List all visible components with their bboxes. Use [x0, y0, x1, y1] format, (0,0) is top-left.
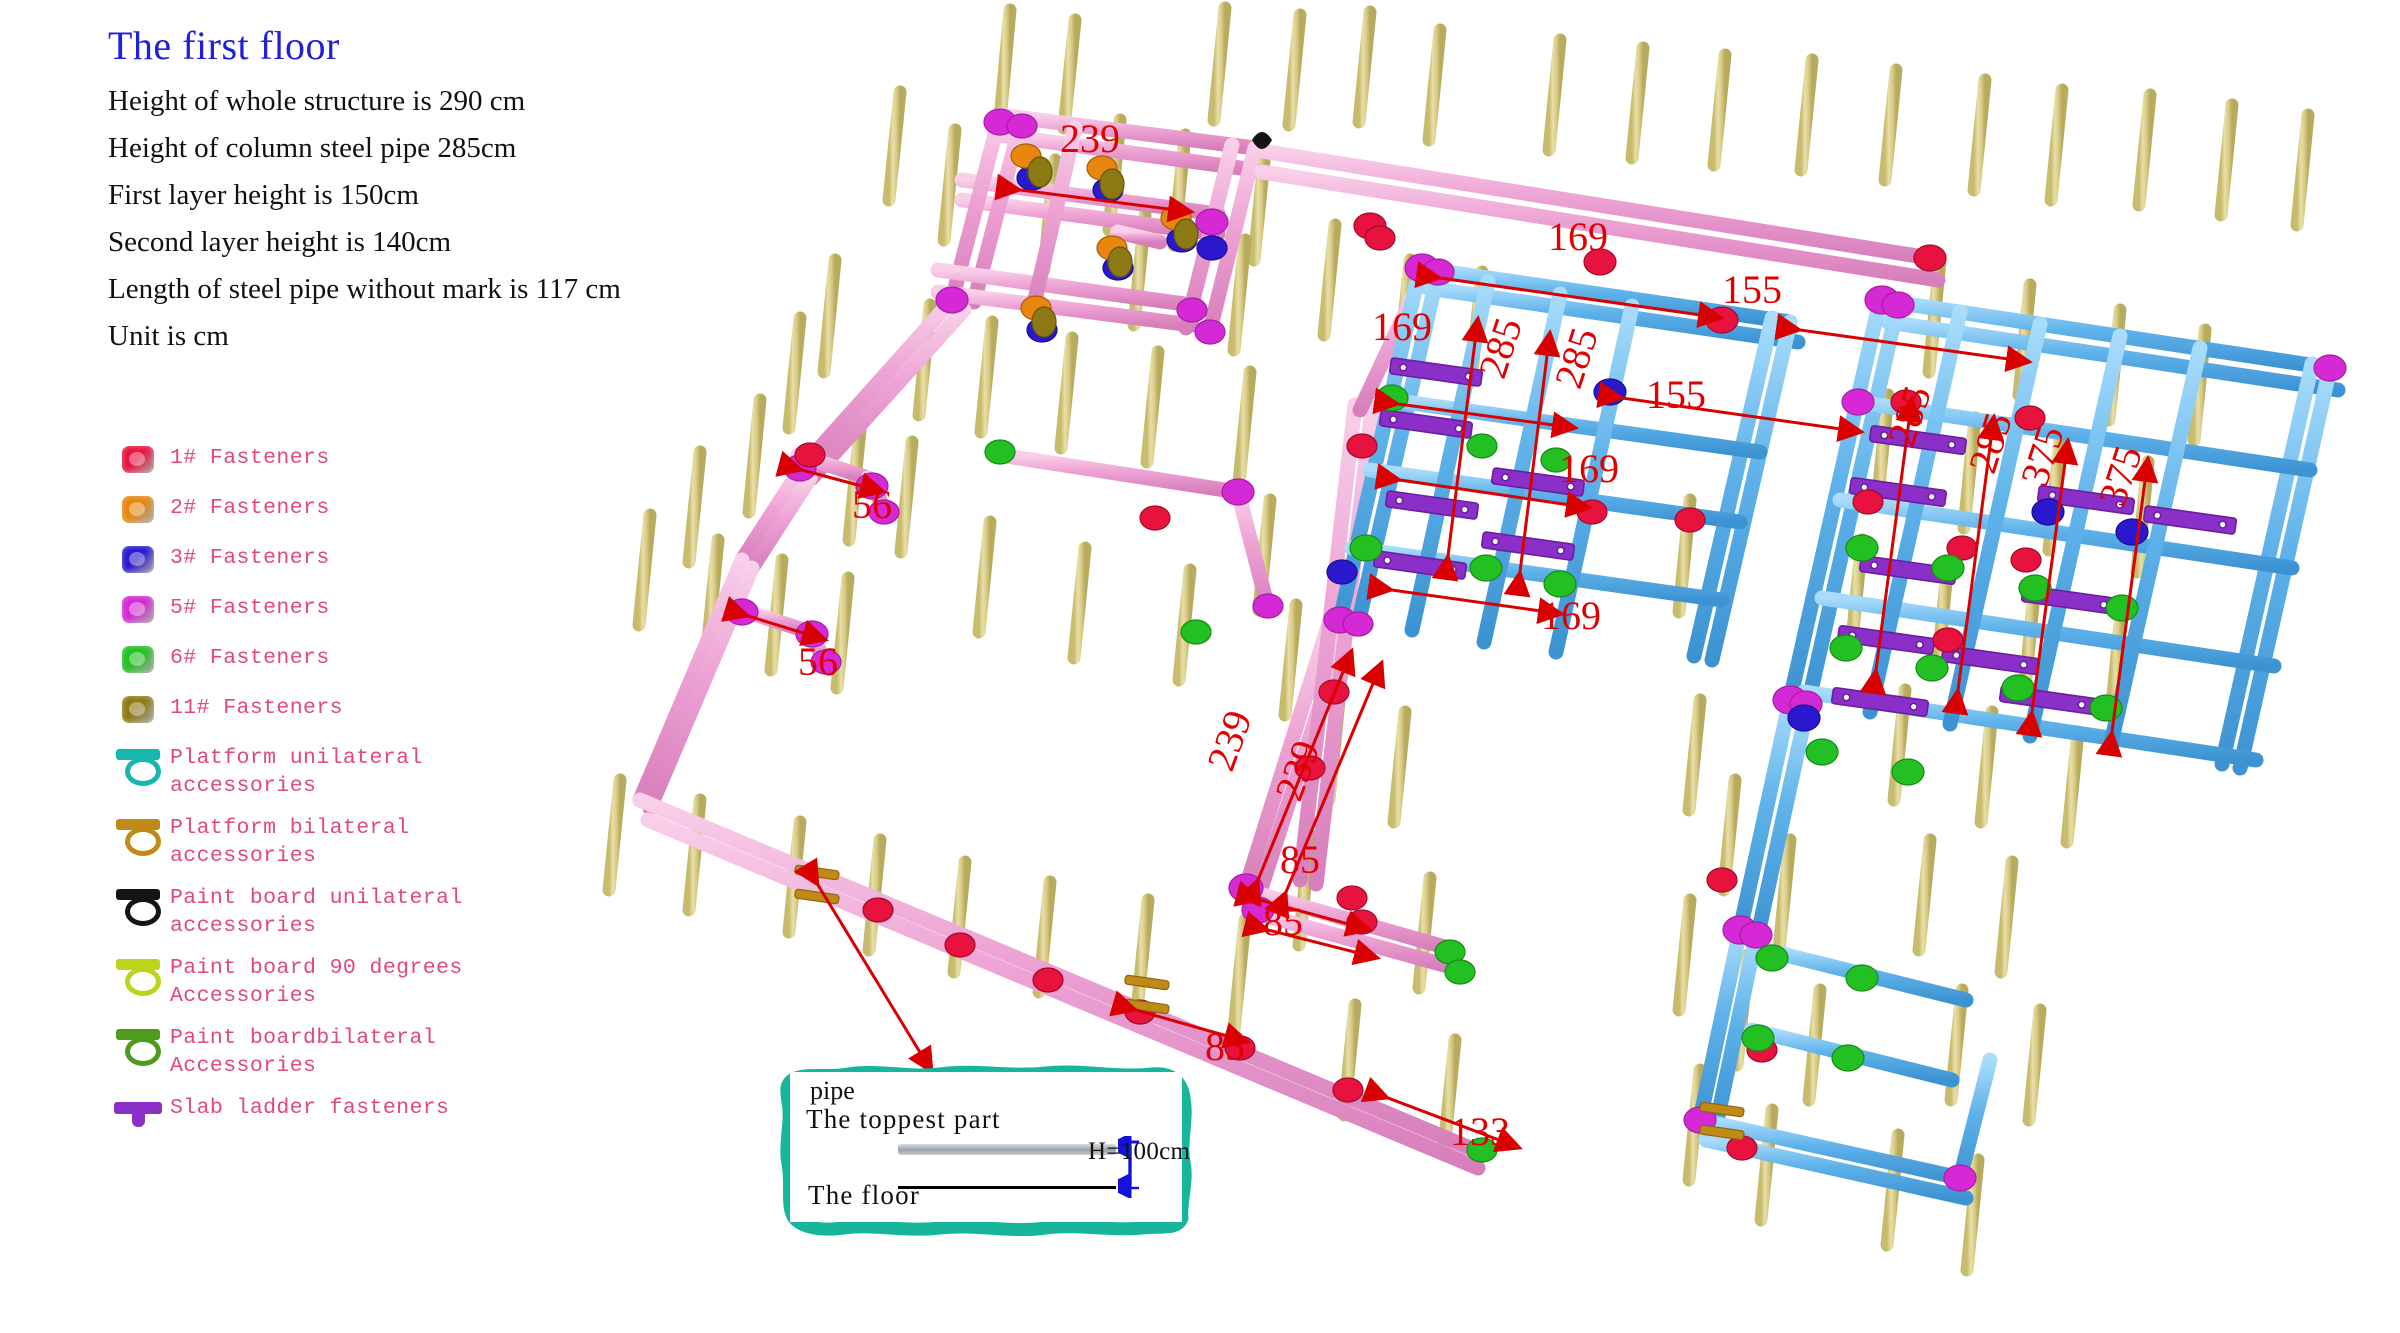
dimension-label: 169	[1541, 593, 1601, 638]
dimension-label: 56	[852, 482, 892, 527]
legend-label-line1: 5# Fasteners	[170, 596, 330, 620]
legend-label-line2: accessories	[170, 774, 317, 798]
legend-item-label: 1# Fasteners	[170, 440, 330, 472]
legend-label-line1: Paint board 90 degrees	[170, 956, 463, 980]
callout-top-label: The toppest part	[806, 1104, 1001, 1134]
legend-item-label: 11# Fasteners	[170, 690, 343, 722]
dimension-label: 239	[1198, 704, 1261, 776]
legend-item-label: Paint boardbilateral Accessories	[170, 1020, 436, 1080]
legend-item[interactable]: 3# Fasteners	[108, 540, 538, 580]
legend-label-line1: 6# Fasteners	[170, 646, 330, 670]
dimension-label: 85	[1205, 1024, 1245, 1069]
legend-label-line2: accessories	[170, 844, 317, 868]
floor-line-graphic	[898, 1186, 1116, 1189]
platform-bilateral-icon	[108, 810, 170, 856]
notes-block: Height of whole structure is 290 cm Heigh…	[108, 78, 748, 360]
dimension-label: 169	[1548, 214, 1608, 259]
legend-label-line2: Accessories	[170, 1054, 317, 1078]
legend-label-line1: Paint board unilateral	[170, 886, 463, 910]
paint-board-unilateral-icon	[108, 880, 170, 926]
fastener-11-icon	[108, 690, 170, 730]
dimension-label: 169	[1372, 304, 1432, 349]
callout-pipe-label: pipe	[810, 1076, 855, 1105]
legend-item[interactable]: 2# Fasteners	[108, 490, 538, 530]
note-line: Unit is cm	[108, 320, 229, 352]
legend-label-line1: 2# Fasteners	[170, 496, 330, 520]
fastener-5-icon	[108, 590, 170, 630]
legend-label-line1: Slab ladder fasteners	[170, 1096, 450, 1120]
fastener-2-icon	[108, 490, 170, 530]
legend-label-line1: Platform bilateral	[170, 816, 410, 840]
pipe-bar-graphic	[898, 1144, 1116, 1155]
fastener-1-icon	[108, 440, 170, 480]
dimension-label: 133	[1450, 1109, 1510, 1154]
legend: 1# Fasteners 2# Fasteners 3# Fasteners 5# F…	[108, 440, 538, 1140]
dimension-label: 85	[1280, 837, 1320, 882]
legend-item[interactable]: Paint board unilateral accessories	[108, 880, 538, 940]
paint-board-90-icon	[108, 950, 170, 996]
legend-item-label: Paint board 90 degrees Accessories	[170, 950, 463, 1010]
note-line: Second layer height is 140cm	[108, 226, 452, 258]
legend-item[interactable]: 11# Fasteners	[108, 690, 538, 730]
legend-item-label: 2# Fasteners	[170, 490, 330, 522]
legend-item[interactable]: Slab ladder fasteners	[108, 1090, 538, 1130]
legend-item-label: Slab ladder fasteners	[170, 1090, 449, 1122]
dimension-label: 85	[1263, 899, 1303, 944]
legend-item-label: 5# Fasteners	[170, 590, 330, 622]
legend-item[interactable]: Paint boardbilateral Accessories	[108, 1020, 538, 1080]
legend-item-label: Paint board unilateral accessories	[170, 880, 463, 940]
legend-item[interactable]: 1# Fasteners	[108, 440, 538, 480]
fastener-6-icon	[108, 640, 170, 680]
legend-item-label: Platform unilateral accessories	[170, 740, 423, 800]
legend-item-label: 6# Fasteners	[170, 640, 330, 672]
legend-label-line2: accessories	[170, 914, 317, 938]
legend-label-line1: Paint boardbilateral	[170, 1026, 437, 1050]
legend-label-line2: Accessories	[170, 984, 317, 1008]
dimension-label: 56	[798, 639, 838, 684]
callout-floor-label: The floor	[808, 1180, 921, 1210]
note-line: Length of steel pipe without mark is 117…	[108, 273, 621, 305]
dimension-label: 155	[1646, 372, 1706, 417]
platform-unilateral-icon	[108, 740, 170, 786]
legend-label-line1: 11# Fasteners	[170, 696, 343, 720]
legend-item-label: Platform bilateral accessories	[170, 810, 409, 870]
dimension-label: 169	[1559, 446, 1619, 491]
legend-item[interactable]: Paint board 90 degrees Accessories	[108, 950, 538, 1010]
callout-box: pipe The toppest part The floor H=100cm	[770, 1058, 1206, 1240]
page-title: The first floor	[108, 23, 340, 68]
legend-item[interactable]: 6# Fasteners	[108, 640, 538, 680]
legend-label-line1: Platform unilateral	[170, 746, 423, 770]
note-line: Height of column steel pipe 285cm	[108, 132, 517, 164]
legend-item[interactable]: Platform bilateral accessories	[108, 810, 538, 870]
callout-height-label: H=100cm	[1088, 1138, 1191, 1165]
legend-item[interactable]: 5# Fasteners	[108, 590, 538, 630]
paint-board-bilateral-icon	[108, 1020, 170, 1066]
legend-label-line1: 1# Fasteners	[170, 446, 330, 470]
legend-item-label: 3# Fasteners	[170, 540, 330, 572]
dimension-label: 239	[1060, 116, 1120, 161]
fastener-3-icon	[108, 540, 170, 580]
legend-label-line1: 3# Fasteners	[170, 546, 330, 570]
legend-item[interactable]: Platform unilateral accessories	[108, 740, 538, 800]
note-line: First layer height is 150cm	[108, 179, 419, 211]
note-line: Height of whole structure is 290 cm	[108, 85, 526, 117]
dimension-label: 155	[1722, 267, 1782, 312]
slab-ladder-fastener-icon	[108, 1090, 170, 1130]
